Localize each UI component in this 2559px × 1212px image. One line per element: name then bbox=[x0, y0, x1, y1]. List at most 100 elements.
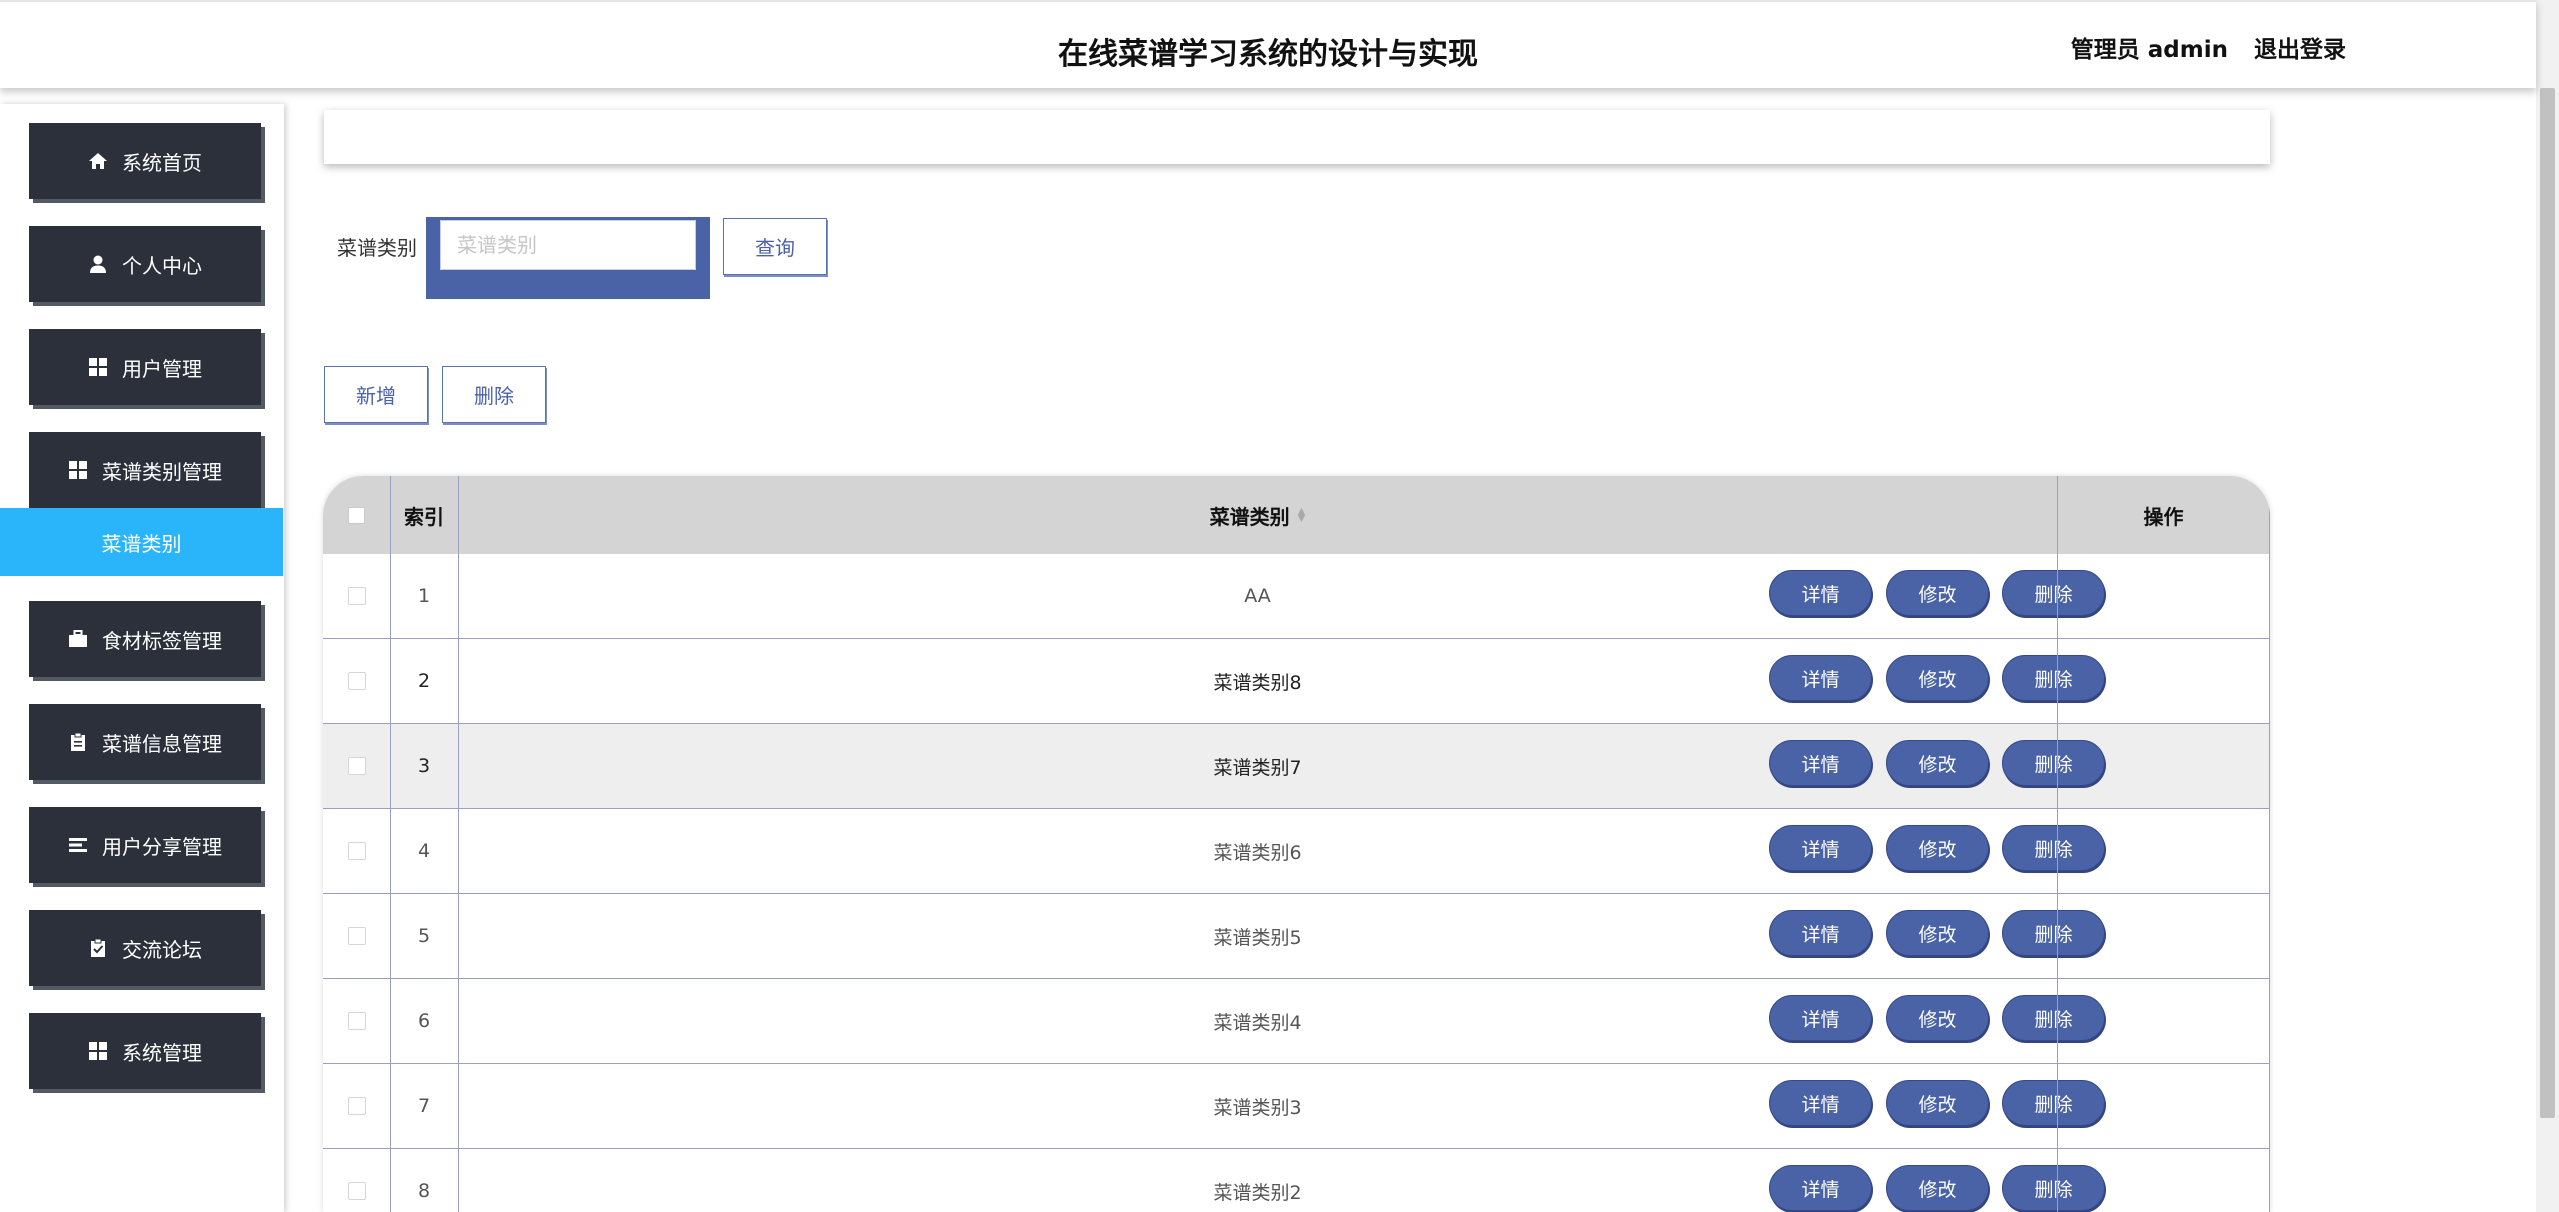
delete-button[interactable]: 删除 bbox=[2002, 825, 2105, 871]
table-row[interactable]: 6 菜谱类别4 详情 修改 删除 bbox=[323, 979, 2270, 1064]
detail-button[interactable]: 详情 bbox=[1769, 825, 1872, 871]
header-category[interactable]: 菜谱类别 ▲ ▼ bbox=[458, 476, 2057, 554]
sidebar-item-ingredient-tags[interactable]: 食材标签管理 bbox=[29, 601, 261, 677]
row-checkbox[interactable] bbox=[347, 842, 366, 860]
table-row[interactable]: 1 AA 详情 修改 删除 bbox=[323, 554, 2270, 639]
logout-link[interactable]: 退出登录 bbox=[2254, 30, 2346, 64]
search-label: 菜谱类别 bbox=[337, 236, 417, 260]
row-select-cell bbox=[323, 894, 390, 978]
table-row[interactable]: 4 菜谱类别6 详情 修改 删除 bbox=[323, 809, 2270, 894]
briefcase-icon bbox=[68, 629, 88, 649]
table-row[interactable]: 3 菜谱类别7 详情 修改 删除 bbox=[323, 724, 2270, 809]
edit-button[interactable]: 修改 bbox=[1886, 1165, 1989, 1211]
batch-delete-button[interactable]: 删除 bbox=[442, 366, 546, 423]
row-checkbox[interactable] bbox=[347, 927, 366, 945]
home-icon bbox=[88, 151, 108, 171]
header-actions: 操作 bbox=[2143, 504, 2184, 529]
sidebar-subitem-recipe-category[interactable]: 菜谱类别 bbox=[0, 508, 283, 576]
edit-button[interactable]: 修改 bbox=[1886, 740, 1989, 786]
clipboard-check-icon bbox=[88, 938, 108, 958]
sidebar-item-recipe-info[interactable]: 菜谱信息管理 bbox=[29, 704, 261, 780]
row-select-cell bbox=[323, 1064, 390, 1148]
sidebar-item-home[interactable]: 系统首页 bbox=[29, 123, 261, 199]
edit-button[interactable]: 修改 bbox=[1886, 825, 1989, 871]
row-select-cell bbox=[323, 724, 390, 808]
row-index: 7 bbox=[417, 1095, 431, 1117]
row-select-cell bbox=[323, 639, 390, 723]
row-checkbox[interactable] bbox=[347, 672, 366, 690]
table-row[interactable]: 2 菜谱类别8 详情 修改 删除 bbox=[323, 639, 2270, 724]
clipboard-icon bbox=[68, 732, 88, 752]
sidebar-item-users[interactable]: 用户管理 bbox=[29, 329, 261, 405]
edit-button[interactable]: 修改 bbox=[1886, 1080, 1989, 1126]
sidebar-item-forum[interactable]: 交流论坛 bbox=[29, 910, 261, 986]
column-divider bbox=[458, 476, 459, 1212]
search-box bbox=[426, 217, 710, 299]
header-category-label: 菜谱类别 bbox=[1209, 504, 1290, 529]
detail-button[interactable]: 详情 bbox=[1769, 570, 1872, 616]
edit-button[interactable]: 修改 bbox=[1886, 570, 1989, 616]
top-header: 在线菜谱学习系统的设计与实现 管理员 admin 退出登录 bbox=[0, 0, 2536, 88]
edit-button[interactable]: 修改 bbox=[1886, 655, 1989, 701]
table-row[interactable]: 8 菜谱类别2 详情 修改 删除 bbox=[323, 1149, 2270, 1212]
row-checkbox[interactable] bbox=[347, 587, 366, 605]
search-input[interactable] bbox=[440, 220, 696, 270]
sidebar-item-label: 菜谱信息管理 bbox=[102, 731, 222, 756]
delete-button[interactable]: 删除 bbox=[2002, 570, 2105, 616]
edit-button[interactable]: 修改 bbox=[1886, 910, 1989, 956]
sidebar-item-user-share[interactable]: 用户分享管理 bbox=[29, 807, 261, 883]
query-button[interactable]: 查询 bbox=[723, 218, 827, 275]
select-all-checkbox[interactable] bbox=[348, 506, 365, 524]
row-index: 4 bbox=[417, 840, 431, 862]
table-row[interactable]: 7 菜谱类别3 详情 修改 删除 bbox=[323, 1064, 2270, 1149]
row-index: 3 bbox=[417, 755, 431, 777]
delete-button[interactable]: 删除 bbox=[2002, 1080, 2105, 1126]
select-all-cell bbox=[323, 476, 390, 554]
row-select-cell bbox=[323, 979, 390, 1063]
edit-button[interactable]: 修改 bbox=[1886, 995, 1989, 1041]
sidebar-item-label: 菜谱类别管理 bbox=[102, 459, 222, 484]
grid-icon bbox=[88, 357, 108, 377]
column-divider bbox=[2057, 476, 2058, 1212]
list-icon bbox=[68, 835, 88, 855]
page-scrollbar[interactable] bbox=[2536, 0, 2559, 1212]
row-checkbox[interactable] bbox=[347, 757, 366, 775]
detail-button[interactable]: 详情 bbox=[1769, 740, 1872, 786]
detail-button[interactable]: 详情 bbox=[1769, 1165, 1872, 1211]
delete-button[interactable]: 删除 bbox=[2002, 995, 2105, 1041]
detail-button[interactable]: 详情 bbox=[1769, 1080, 1872, 1126]
sort-icon[interactable]: ▲ ▼ bbox=[1298, 507, 1306, 524]
sidebar-item-recipe-category[interactable]: 菜谱类别管理 bbox=[29, 432, 261, 508]
add-button[interactable]: 新增 bbox=[324, 366, 428, 423]
column-divider bbox=[2269, 476, 2270, 1212]
row-select-cell bbox=[323, 1149, 390, 1212]
sidebar-item-label: 食材标签管理 bbox=[102, 628, 222, 653]
category-table: 索引 菜谱类别 ▲ ▼ 操作 1 AA 详情 修改 删除 2 菜谱类别8 详情 修改 删除 3 菜谱类别… bbox=[323, 476, 2270, 1212]
sidebar-item-profile[interactable]: 个人中心 bbox=[29, 226, 261, 302]
delete-button[interactable]: 删除 bbox=[2002, 740, 2105, 786]
detail-button[interactable]: 详情 bbox=[1769, 655, 1872, 701]
sidebar-item-label: 个人中心 bbox=[122, 253, 202, 278]
grid-icon bbox=[88, 1041, 108, 1061]
sidebar-item-system[interactable]: 系统管理 bbox=[29, 1013, 261, 1089]
table-row[interactable]: 5 菜谱类别5 详情 修改 删除 bbox=[323, 894, 2270, 979]
sidebar-item-label: 系统首页 bbox=[122, 150, 202, 175]
scrollbar-thumb[interactable] bbox=[2540, 88, 2555, 1118]
row-index: 6 bbox=[417, 1010, 431, 1032]
user-label: 管理员 admin bbox=[2070, 37, 2228, 63]
delete-button[interactable]: 删除 bbox=[2002, 1165, 2105, 1211]
row-checkbox[interactable] bbox=[347, 1097, 366, 1115]
delete-button[interactable]: 删除 bbox=[2002, 655, 2105, 701]
row-checkbox[interactable] bbox=[347, 1182, 366, 1200]
grid-icon bbox=[68, 460, 88, 480]
detail-button[interactable]: 详情 bbox=[1769, 995, 1872, 1041]
row-select-cell bbox=[323, 809, 390, 893]
table-header: 索引 菜谱类别 ▲ ▼ 操作 bbox=[323, 476, 2270, 554]
row-select-cell bbox=[323, 554, 390, 638]
delete-button[interactable]: 删除 bbox=[2002, 910, 2105, 956]
header-user-area: 管理员 admin 退出登录 bbox=[2071, 30, 2346, 64]
row-checkbox[interactable] bbox=[347, 1012, 366, 1030]
breadcrumb bbox=[324, 110, 2270, 164]
row-index: 2 bbox=[417, 670, 431, 692]
detail-button[interactable]: 详情 bbox=[1769, 910, 1872, 956]
